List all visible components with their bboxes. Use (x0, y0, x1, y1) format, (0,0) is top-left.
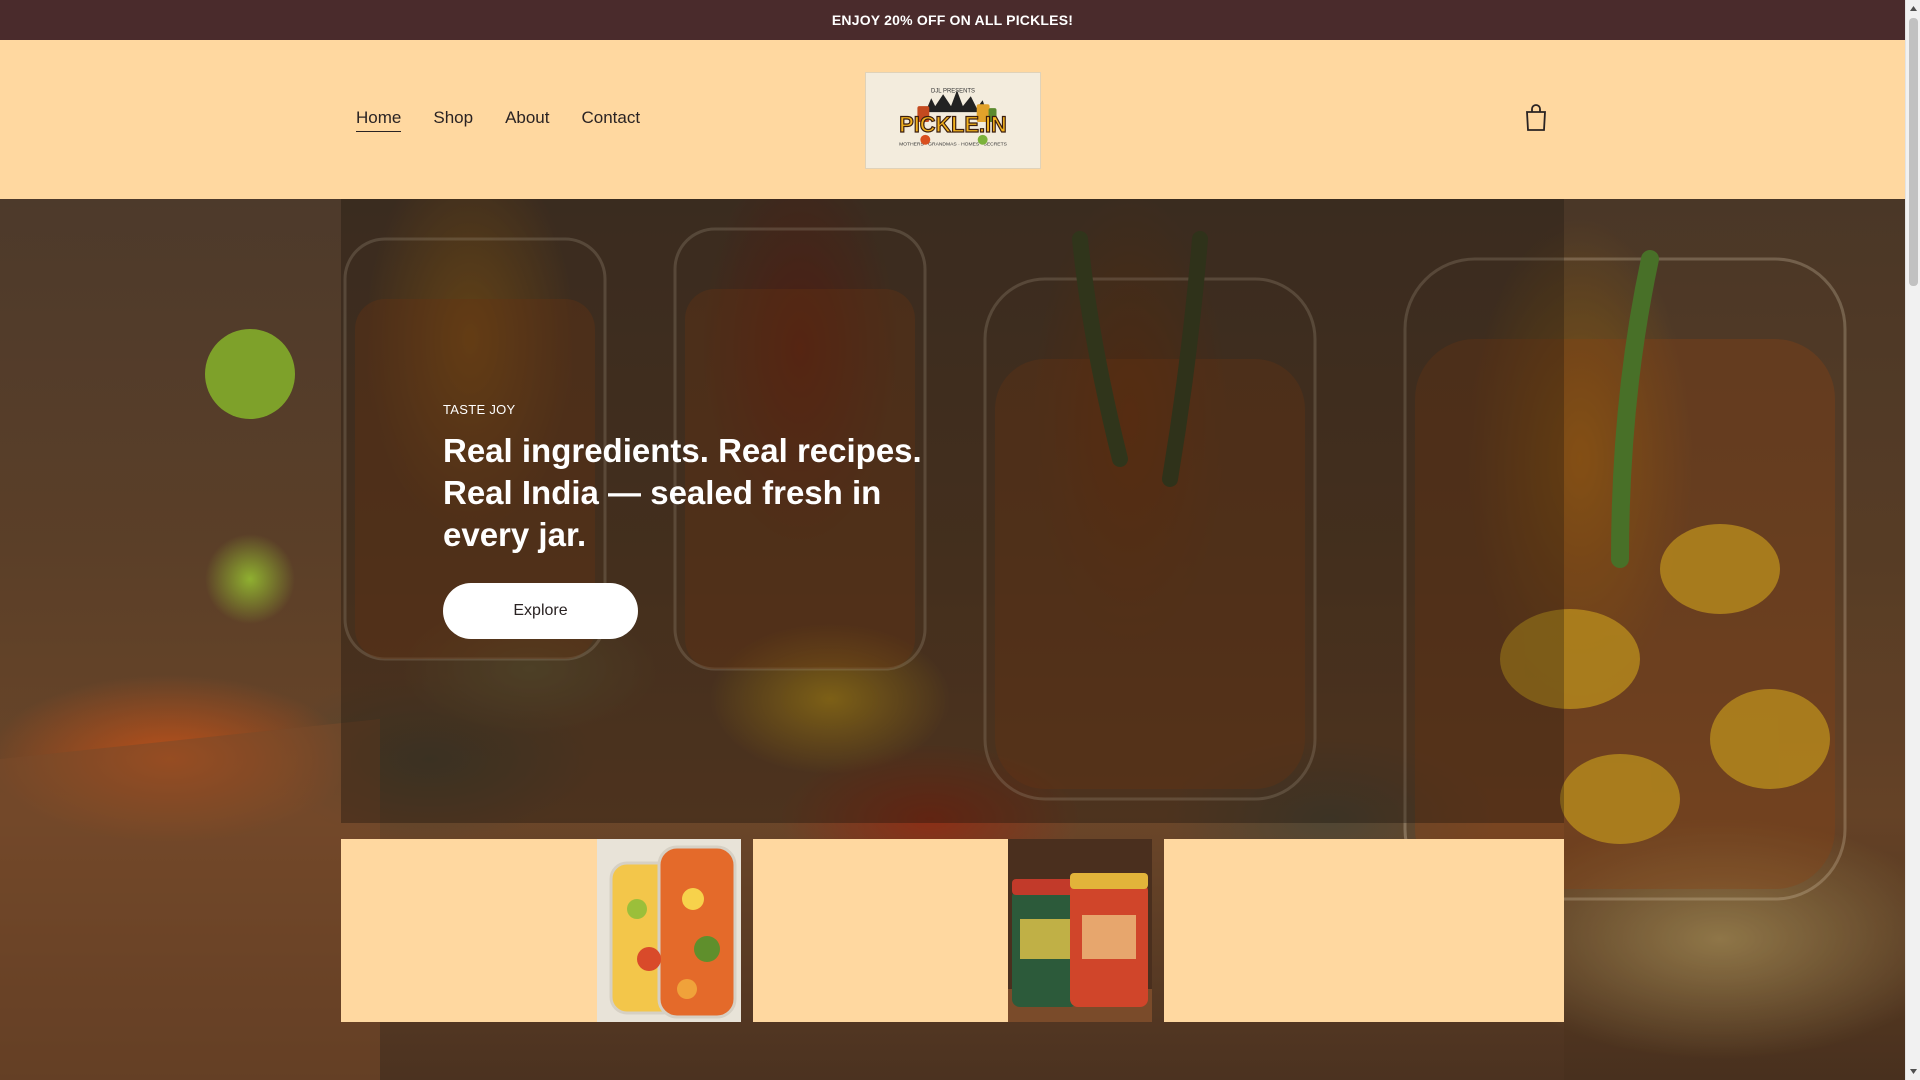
site-logo[interactable]: PICKLE.IN DJL PRESENTS MOTHERS · GRANDMA… (865, 72, 1041, 169)
scroll-up-arrow-icon[interactable] (1906, 0, 1920, 17)
shopping-bag-icon[interactable] (1524, 104, 1548, 132)
scrollbar-thumb[interactable] (1909, 18, 1918, 286)
nav-about[interactable]: About (505, 108, 549, 132)
nav-shop[interactable]: Shop (433, 108, 473, 132)
svg-text:DJL PRESENTS: DJL PRESENTS (931, 88, 975, 94)
hero-headline: Real ingredients. Real recipes. Real Ind… (443, 432, 922, 553)
category-card[interactable] (753, 839, 1152, 1022)
explore-button[interactable]: Explore (443, 583, 638, 639)
scroll-down-arrow-icon[interactable] (1906, 1063, 1920, 1080)
mixed-vegetable-pickle-jars-image (597, 839, 741, 1022)
pickle-logo-image: PICKLE.IN DJL PRESENTS MOTHERS · GRANDMA… (866, 73, 1040, 168)
hero-eyebrow: TASTE JOY (443, 402, 516, 417)
announcement-bar: ENJOY 20% OFF ON ALL PICKLES! (0, 0, 1905, 40)
branded-pickle-jars-image (1008, 839, 1152, 1022)
category-card[interactable] (1164, 839, 1564, 1022)
nav-contact[interactable]: Contact (582, 108, 641, 132)
svg-text:PICKLE.IN: PICKLE.IN (899, 112, 1007, 137)
announcement-text: ENJOY 20% OFF ON ALL PICKLES! (831, 12, 1074, 28)
svg-text:MOTHERS · GRANDMAS · HOMES · S: MOTHERS · GRANDMAS · HOMES · SECRETS (899, 142, 1008, 148)
nav-home[interactable]: Home (356, 108, 402, 132)
main-nav: Home Shop About Contact (356, 108, 640, 132)
site-header: Home Shop About Contact PICKLE.IN DJL PR… (0, 40, 1905, 199)
category-card[interactable] (341, 839, 741, 1022)
hero-side-shade (1564, 199, 1905, 1080)
page-scrollbar[interactable] (1905, 0, 1920, 1080)
